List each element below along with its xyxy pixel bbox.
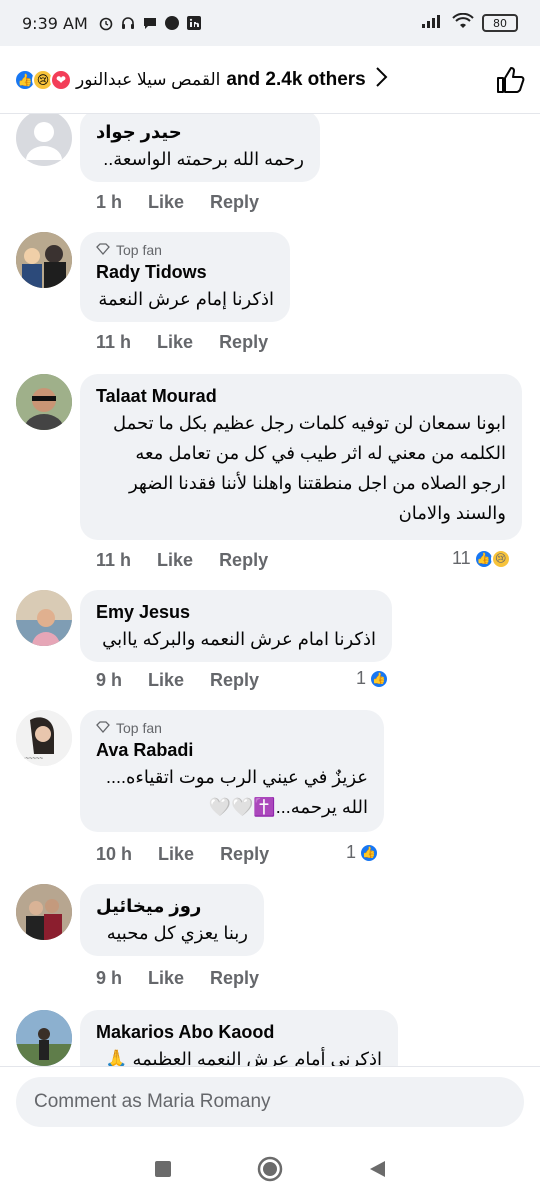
reply-button[interactable]: Reply (219, 332, 268, 353)
sad-reaction-icon: 😢 (490, 548, 511, 569)
comment-composer (0, 1066, 540, 1138)
recent-apps-icon[interactable] (148, 1154, 178, 1184)
comment-author[interactable]: Talaat Mourad (96, 384, 506, 408)
comment-input[interactable] (16, 1077, 524, 1127)
reply-button[interactable]: Reply (220, 844, 269, 865)
comment-author[interactable]: Rady Tidows (96, 260, 274, 284)
comment-actions: 11 h Like Reply (96, 332, 268, 353)
comments-list[interactable]: حيدر جواد رحمه الله برحمته الواسعة.. 1 h… (0, 114, 540, 1066)
status-bar: 9:39 AM 80 (0, 0, 540, 46)
wifi-icon (452, 12, 474, 34)
avatar[interactable] (16, 884, 72, 940)
avatar[interactable] (16, 232, 72, 288)
avatar[interactable]: ~~~~~~ (16, 710, 72, 766)
home-icon[interactable] (255, 1154, 285, 1184)
comment-time[interactable]: 9 h (96, 670, 122, 691)
comment-actions: 1 h Like Reply (96, 192, 259, 213)
comment-reactions[interactable]: 1 👍 (356, 668, 390, 689)
comment-bubble[interactable]: Emy Jesus اذكرنا امام عرش النعمه والبركه… (80, 590, 392, 662)
comment-time[interactable]: 11 h (96, 550, 131, 571)
avatar[interactable] (16, 374, 72, 430)
love-reaction-icon: ❤ (50, 68, 72, 91)
comment-time[interactable]: 11 h (96, 332, 131, 353)
reaction-count: 1 (346, 842, 357, 862)
comment-actions: 9 h Like Reply (96, 968, 259, 989)
status-time: 9:39 AM (22, 13, 88, 33)
comment-time[interactable]: 10 h (96, 844, 132, 865)
battery-indicator: 80 (482, 14, 518, 32)
comment-time[interactable]: 1 h (96, 192, 122, 213)
reply-button[interactable]: Reply (210, 670, 259, 691)
comment-author[interactable]: حيدر جواد (96, 120, 304, 144)
comment-bubble[interactable]: Makarios Abo Kaood اذكرني أمام عرش النعم… (80, 1010, 398, 1066)
linkedin-icon (186, 15, 202, 31)
like-reaction-icon: 👍 (359, 842, 380, 863)
comment-bubble[interactable]: Top fan Ava Rabadi عزيزٌ في عيني الرب مو… (80, 710, 384, 832)
reply-button[interactable]: Reply (210, 192, 259, 213)
comment-bubble[interactable]: Top fan Rady Tidows اذكرنا إمام عرش النع… (80, 232, 290, 322)
like-button[interactable]: Like (158, 844, 194, 865)
like-button[interactable]: Like (148, 670, 184, 691)
reactions-summary-bar[interactable]: 👍 😢 ❤ القمص سيلا عبدالنور and 2.4k other… (0, 46, 540, 114)
like-button[interactable]: Like (157, 332, 193, 353)
like-button[interactable]: Like (157, 550, 193, 571)
comment-author[interactable]: Makarios Abo Kaood (96, 1020, 382, 1044)
like-thumb-icon[interactable] (494, 64, 526, 96)
status-notification-icons (98, 15, 202, 31)
comment-text-line: ابونا سمعان لن توفيه كلمات رجل عظيم بكل … (113, 413, 506, 433)
circle-icon (164, 15, 180, 31)
reply-button[interactable]: Reply (219, 550, 268, 571)
svg-text:~~~~~~: ~~~~~~ (22, 756, 44, 762)
comment-text: رحمه الله برحمته الواسعة.. (103, 149, 304, 169)
comment-bubble[interactable]: حيدر جواد رحمه الله برحمته الواسعة.. (80, 114, 320, 182)
comment-reactions[interactable]: 11 👍 😢 (452, 548, 511, 569)
avatar[interactable] (16, 114, 72, 166)
avatar[interactable] (16, 590, 72, 646)
diamond-icon (96, 242, 110, 258)
reaction-count: 1 (356, 668, 367, 688)
comment-text-line: الله يرحمه...✝️🤍🤍 (208, 797, 368, 817)
comment-text-line: والسند والامان (398, 503, 506, 523)
comment-text: اذكرنا إمام عرش النعمة (98, 289, 274, 309)
comment-actions: 11 h Like Reply (96, 550, 268, 571)
like-button[interactable]: Like (148, 968, 184, 989)
like-reaction-icon: 👍 (369, 668, 390, 689)
signal-icon (420, 13, 444, 34)
comment-bubble[interactable]: روز ميخائيل ربنا يعزي كل محبيه (80, 884, 264, 956)
top-fan-label: Top fan (116, 720, 162, 736)
comment-text-line: ارجو الصلاه من اجل منطقتنا واهلنا لأننا … (128, 473, 506, 493)
alarm-icon (98, 15, 114, 31)
system-nav-bar (0, 1138, 540, 1200)
comment-author[interactable]: Ava Rabadi (96, 738, 368, 762)
comment-reactions[interactable]: 1 👍 (346, 842, 380, 863)
status-system-icons: 80 (420, 12, 518, 34)
reaction-count: 11 (452, 548, 471, 568)
top-fan-badge: Top fan (96, 242, 274, 258)
comment-author[interactable]: Emy Jesus (96, 600, 376, 624)
diamond-icon (96, 720, 110, 736)
comment-actions: 10 h Like Reply (96, 844, 269, 865)
headphones-icon (120, 15, 136, 31)
chevron-right-icon[interactable] (374, 66, 388, 94)
comment-author[interactable]: روز ميخائيل (96, 894, 248, 918)
comment-text-line: الكلمه من معني له اثر طيب في كل من تعامل… (135, 443, 506, 463)
comment-bubble[interactable]: Talaat Mourad ابونا سمعان لن توفيه كلمات… (80, 374, 522, 540)
comment-text: ربنا يعزي كل محبيه (106, 923, 248, 943)
comment-text: اذكرنا امام عرش النعمه والبركه ياابي (102, 629, 376, 649)
comment-actions: 9 h Like Reply (96, 670, 259, 691)
top-fan-label: Top fan (116, 242, 162, 258)
top-fan-badge: Top fan (96, 720, 368, 736)
comment-time[interactable]: 9 h (96, 968, 122, 989)
reply-button[interactable]: Reply (210, 968, 259, 989)
comment-text: اذكرني أمام عرش النعمه العظيمه 🙏 (105, 1049, 382, 1066)
back-icon[interactable] (362, 1154, 392, 1184)
avatar[interactable] (16, 1010, 72, 1066)
chat-bubble-icon (142, 15, 158, 31)
reaction-others: and 2.4k others (226, 68, 366, 90)
comment-text-line: عزيزٌ في عيني الرب موت اتقياءه.... (105, 767, 368, 787)
reaction-names: القمص سيلا عبدالنور (76, 69, 221, 89)
reaction-icons: 👍 😢 ❤ (14, 68, 72, 91)
like-button[interactable]: Like (148, 192, 184, 213)
